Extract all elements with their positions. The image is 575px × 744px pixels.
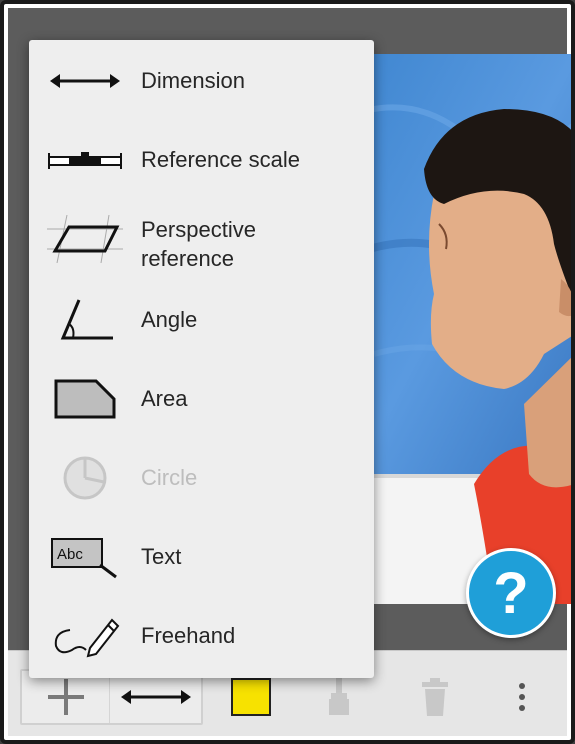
- angle-icon: [45, 295, 125, 345]
- app-frame: ? Dimension Reference scale Perspective …: [0, 0, 575, 744]
- overflow-menu-button[interactable]: [504, 671, 540, 723]
- menu-item-circle[interactable]: Circle: [29, 438, 374, 517]
- menu-item-dimension[interactable]: Dimension: [29, 41, 374, 120]
- trash-icon: [422, 678, 448, 716]
- color-swatch: [231, 678, 271, 716]
- add-tool-button[interactable]: [22, 671, 110, 723]
- menu-item-label: Perspective reference: [141, 215, 256, 273]
- menu-item-label: Dimension: [141, 68, 245, 93]
- brush-icon: [329, 677, 349, 715]
- svg-text:Abc: Abc: [57, 546, 83, 563]
- menu-item-reference-scale[interactable]: Reference scale: [29, 120, 374, 199]
- help-button[interactable]: ?: [466, 548, 556, 638]
- help-button-label: ?: [493, 560, 529, 626]
- menu-item-label: Angle: [141, 307, 198, 332]
- menu-item-label: Area: [141, 386, 188, 411]
- dimension-arrow-icon: [121, 690, 191, 704]
- menu-item-label: Text: [141, 544, 182, 569]
- area-polygon-icon: [45, 374, 125, 424]
- menu-item-area[interactable]: Area: [29, 359, 374, 438]
- overflow-dots-icon: [519, 683, 525, 711]
- perspective-grid-icon: [45, 214, 125, 264]
- freehand-pencil-icon: [45, 611, 125, 661]
- menu-item-perspective-reference[interactable]: Perspective reference: [29, 199, 374, 278]
- menu-item-freehand[interactable]: Freehand: [29, 596, 374, 675]
- menu-item-text[interactable]: Abc Text: [29, 517, 374, 596]
- current-tool-button[interactable]: [112, 671, 200, 723]
- color-picker-button[interactable]: [226, 671, 276, 723]
- menu-item-label: Freehand: [141, 623, 236, 648]
- add-tool-menu: Dimension Reference scale Perspective re…: [29, 40, 374, 678]
- plus-icon: [47, 679, 84, 715]
- brush-button[interactable]: [316, 671, 362, 723]
- menu-item-label: Reference scale: [141, 147, 300, 172]
- text-box-icon: Abc: [45, 532, 125, 582]
- dimension-arrow-icon: [45, 56, 125, 106]
- background-photo: [354, 54, 571, 604]
- delete-button[interactable]: [412, 671, 458, 723]
- reference-scale-icon: [45, 135, 125, 185]
- menu-item-angle[interactable]: Angle: [29, 280, 374, 359]
- menu-item-label: Circle: [141, 465, 198, 490]
- circle-icon: [45, 453, 125, 503]
- menu-item-label-line1: Perspective: [141, 217, 256, 242]
- menu-item-label-line2: reference: [141, 246, 234, 271]
